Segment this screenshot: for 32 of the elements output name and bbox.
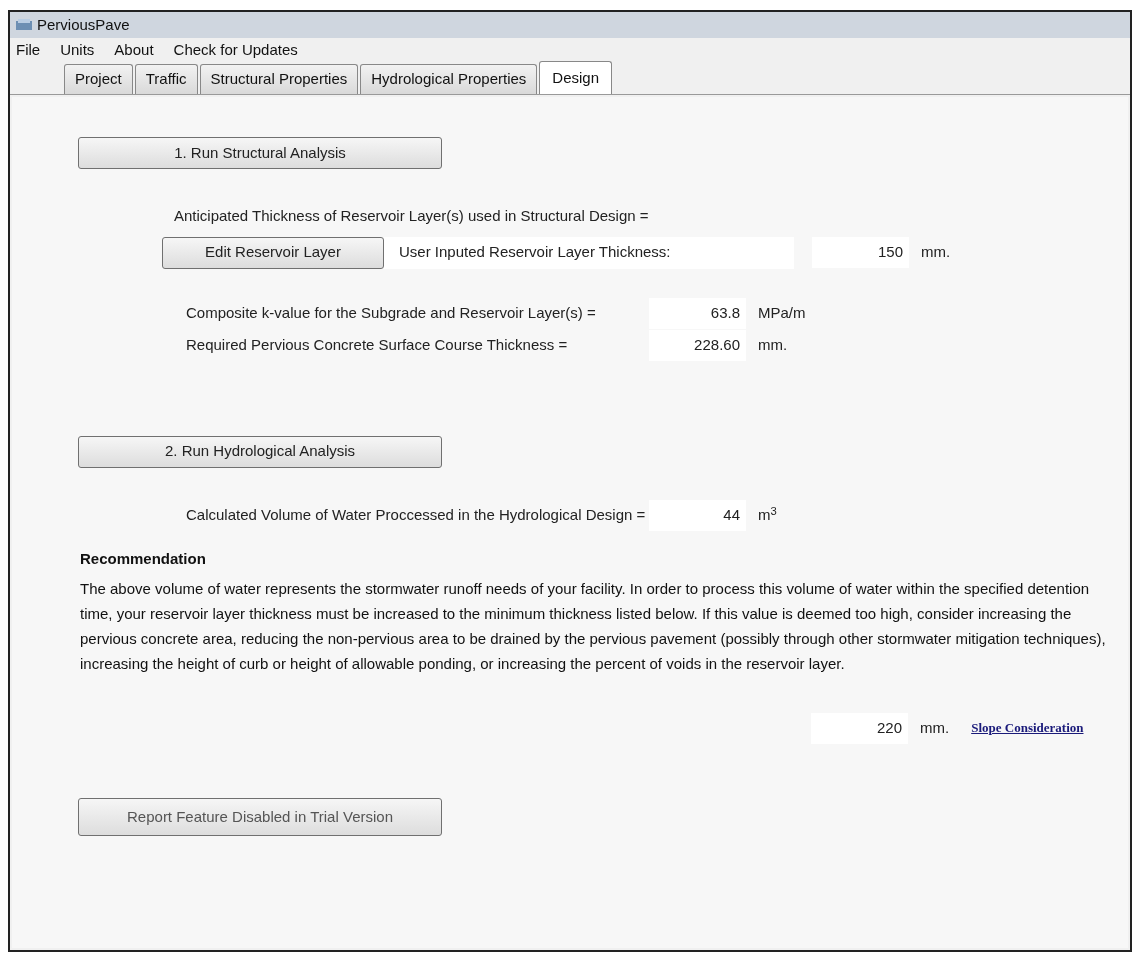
field-label: Required Pervious Concrete Surface Course Thickness = (185, 335, 569, 356)
tab[interactable]: Project (64, 64, 133, 94)
tab[interactable]: Structural Properties (199, 64, 359, 94)
unit-label: mm. (921, 242, 951, 263)
run-hydrological-analysis-button[interactable]: 2. Run Hydrological Analysis (78, 435, 442, 468)
tab[interactable]: Design (539, 61, 613, 94)
anticipated-thickness-label: Anticipated Thickness of Reservoir Layer(s) used in Structural Design = (174, 206, 650, 226)
unit-label: MPa/m (758, 303, 806, 324)
field-label: Composite k-value for the Subgrade and Reservoir Layer(s) = (185, 303, 597, 324)
tab[interactable]: Hydrological Properties (360, 64, 538, 94)
value-field[interactable]: 228.60 (649, 330, 746, 361)
menu-item[interactable]: File (16, 38, 41, 62)
run-structural-analysis-button[interactable]: 1. Run Structural Analysis (78, 137, 442, 169)
recommendation-heading: Recommendation (80, 548, 207, 569)
window-title: PerviousPave (37, 14, 130, 35)
value-field[interactable]: 220 (811, 712, 908, 744)
value-field[interactable]: 150 (812, 237, 909, 268)
recommendation-text: The above volume of water represents the stormwater runoff needs of your facility. In order to process this volume of water within the specified detention time, your reservoir layer thickness must be increased to the minimum thickness listed below. If this value is deemed too high, consider increasing the pervious concrete area, reducing the non-pervious area to be drained by the pervious pavement (possibly through other stormwater mitigation techniques), increasing the height of curb or height of allowable ponding, or increasing the percent of voids in the reservoir layer. (80, 579, 1107, 674)
unit-label: m$^{3}$ (758, 504, 777, 526)
app-icon (16, 19, 32, 31)
menu-item[interactable]: Check for Updates (173, 38, 298, 62)
field-label: Calculated Volume of Water Proccessed in the Hydrological Design = (185, 505, 647, 526)
value-field[interactable]: 63.8 (649, 298, 746, 329)
user-thickness-label: User Inputed Reservoir Layer Thickness: (384, 236, 794, 269)
edit-reservoir-layer-button[interactable]: Edit Reservoir Layer (162, 236, 384, 269)
value-field[interactable]: 44 (649, 500, 746, 531)
unit-label: mm. (758, 335, 788, 356)
tab[interactable]: Traffic (134, 64, 198, 94)
slope-consideration-link[interactable]: Slope Consideration (971, 718, 1084, 738)
menu-item[interactable]: Units (60, 38, 95, 62)
unit-label: mm. (920, 717, 950, 738)
menu-item[interactable]: About (114, 38, 154, 62)
